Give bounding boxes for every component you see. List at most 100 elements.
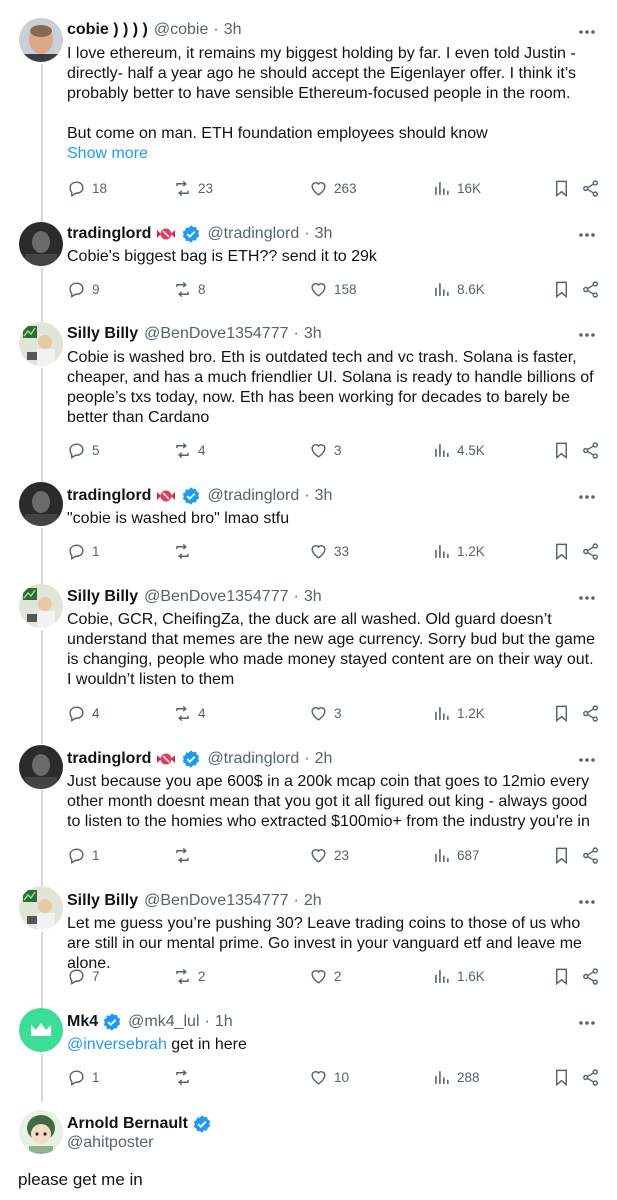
reply-button[interactable]: 4	[67, 704, 100, 723]
repost-button[interactable]: 2	[173, 967, 206, 986]
like-button[interactable]: 3	[309, 704, 342, 723]
bookmark-button[interactable]	[552, 441, 571, 460]
like-count: 3	[334, 443, 342, 458]
share-button[interactable]	[581, 846, 600, 865]
bookmark-button[interactable]	[552, 280, 571, 299]
repost-button[interactable]: 4	[173, 441, 206, 460]
timestamp[interactable]: 2h	[304, 891, 322, 911]
bookmark-button[interactable]	[552, 542, 571, 561]
avatar[interactable]	[19, 1110, 63, 1154]
more-options-icon[interactable]	[575, 892, 599, 912]
share-button[interactable]	[581, 179, 600, 198]
avatar[interactable]	[19, 745, 63, 789]
author-name[interactable]: Mk4	[67, 1012, 98, 1032]
bookmark-button[interactable]	[552, 704, 571, 723]
share-icon	[583, 442, 598, 459]
views-button[interactable]: 288	[432, 1068, 480, 1087]
views-button[interactable]: 1.2K	[432, 542, 485, 561]
share-button[interactable]	[581, 280, 600, 299]
author-name[interactable]: cobie ) ) ) )	[67, 20, 148, 40]
share-button[interactable]	[581, 704, 600, 723]
author-name[interactable]: Silly Billy	[67, 587, 138, 607]
more-options-icon[interactable]	[575, 22, 599, 42]
author-handle[interactable]: @BenDove1354777	[144, 891, 288, 911]
repost-button[interactable]	[173, 1068, 198, 1087]
share-button[interactable]	[581, 542, 600, 561]
author-handle[interactable]: @tradinglord	[207, 749, 299, 769]
more-options-icon[interactable]	[575, 750, 599, 770]
more-options-icon[interactable]	[575, 588, 599, 608]
avatar[interactable]	[19, 1008, 63, 1052]
reply-button[interactable]: 1	[67, 542, 100, 561]
timestamp[interactable]: 3h	[304, 324, 322, 344]
reply-icon	[69, 969, 84, 985]
author-handle[interactable]: @mk4_lul	[128, 1012, 199, 1032]
separator: ·	[213, 21, 219, 38]
author-handle[interactable]: @BenDove1354777	[144, 324, 288, 344]
share-button[interactable]	[581, 1068, 600, 1087]
timestamp[interactable]: 2h	[315, 749, 333, 769]
author-handle[interactable]: @tradinglord	[207, 486, 299, 506]
author-name[interactable]: Silly Billy	[67, 891, 138, 911]
like-button[interactable]: 33	[309, 542, 349, 561]
avatar[interactable]	[19, 222, 63, 266]
reply-button[interactable]: 1	[67, 1068, 100, 1087]
show-more-link[interactable]: Show more	[67, 144, 601, 164]
like-button[interactable]: 263	[309, 179, 357, 198]
reply-button[interactable]: 7	[67, 967, 100, 986]
timestamp[interactable]: 3h	[315, 224, 333, 244]
like-button[interactable]: 23	[309, 846, 349, 865]
author-name[interactable]: tradinglord	[67, 486, 151, 506]
author-handle[interactable]: @BenDove1354777	[144, 587, 288, 607]
reply-button[interactable]: 18	[67, 179, 107, 198]
timestamp[interactable]: 3h	[315, 486, 333, 506]
share-button[interactable]	[581, 967, 600, 986]
repost-button[interactable]: 8	[173, 280, 206, 299]
author-name[interactable]: tradinglord	[67, 749, 151, 769]
reply-button[interactable]: 9	[67, 280, 100, 299]
avatar[interactable]	[19, 886, 63, 930]
timestamp[interactable]: 3h	[304, 587, 322, 607]
views-button[interactable]: 1.2K	[432, 704, 485, 723]
reply-button[interactable]: 5	[67, 441, 100, 460]
bookmark-button[interactable]	[552, 967, 571, 986]
author-name[interactable]: tradinglord	[67, 224, 151, 244]
avatar[interactable]	[19, 322, 63, 366]
author-name[interactable]: Silly Billy	[67, 324, 138, 344]
author-handle[interactable]: @ahitposter	[67, 1134, 154, 1152]
more-options-icon[interactable]	[575, 1013, 599, 1033]
author-handle[interactable]: @tradinglord	[207, 224, 299, 244]
views-button[interactable]: 687	[432, 846, 480, 865]
like-button[interactable]: 3	[309, 441, 342, 460]
timestamp[interactable]: 3h	[224, 20, 242, 40]
more-options-icon[interactable]	[575, 225, 599, 245]
bookmark-button[interactable]	[552, 179, 571, 198]
bookmark-button[interactable]	[552, 1068, 571, 1087]
reply-icon	[69, 1070, 84, 1086]
repost-button[interactable]	[173, 846, 198, 865]
more-options-icon[interactable]	[575, 325, 599, 345]
avatar[interactable]	[19, 18, 63, 62]
repost-button[interactable]	[173, 542, 198, 561]
author-name[interactable]: Arnold Bernault	[67, 1115, 188, 1133]
views-button[interactable]: 8.6K	[432, 280, 485, 299]
avatar[interactable]	[19, 482, 63, 526]
views-button[interactable]: 16K	[432, 179, 481, 198]
timestamp[interactable]: 1h	[215, 1012, 233, 1032]
share-button[interactable]	[581, 441, 600, 460]
avatar[interactable]	[19, 584, 63, 628]
reply-count: 7	[92, 969, 100, 984]
more-options-icon[interactable]	[575, 487, 599, 507]
repost-button[interactable]: 23	[173, 179, 213, 198]
repost-button[interactable]: 4	[173, 704, 206, 723]
tweet-text-block: I love ethereum, it remains my biggest h…	[67, 44, 601, 164]
mention-link[interactable]: @inversebrah	[67, 1036, 167, 1053]
like-button[interactable]: 158	[309, 280, 357, 299]
like-button[interactable]: 10	[309, 1068, 349, 1087]
views-button[interactable]: 1.6K	[432, 967, 485, 986]
views-button[interactable]: 4.5K	[432, 441, 485, 460]
author-handle[interactable]: @cobie	[154, 20, 209, 40]
bookmark-button[interactable]	[552, 846, 571, 865]
reply-button[interactable]: 1	[67, 846, 100, 865]
like-button[interactable]: 2	[309, 967, 342, 986]
